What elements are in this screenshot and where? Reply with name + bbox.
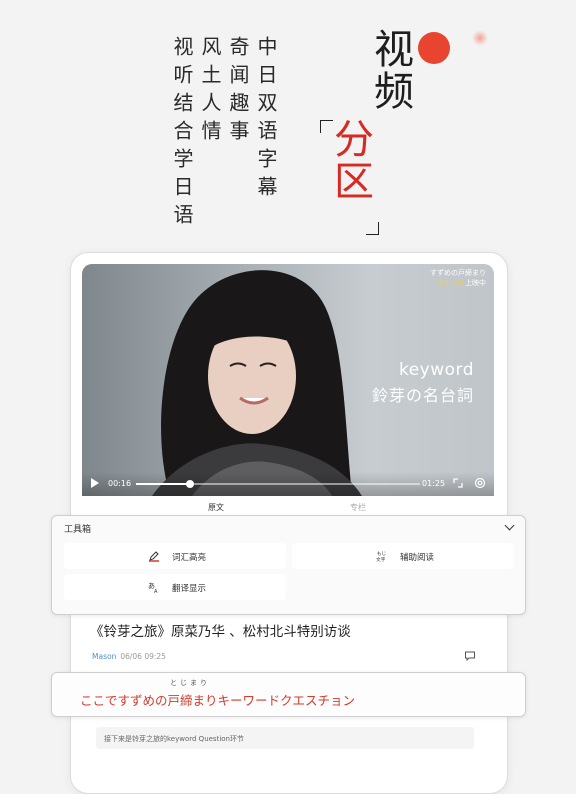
furigana-icon: もじ 文字 bbox=[376, 551, 387, 562]
progress-knob[interactable] bbox=[185, 480, 194, 488]
toolbox-title: 工具箱 bbox=[64, 525, 92, 535]
red-sun-icon bbox=[418, 32, 450, 64]
keyword-question-text: ここですずめの戸締まりキーワードクエスチョン bbox=[80, 693, 356, 708]
keyword-subtitle: 鈴芽の名台詞 bbox=[371, 386, 474, 405]
tab-column[interactable]: 专栏 bbox=[350, 502, 366, 513]
video-player[interactable]: すずめの戸締まり 大ヒット上映中 keyword 鈴芽の名台詞 00:16 01… bbox=[82, 264, 494, 496]
keyword-question-card[interactable]: とじまり ここですずめの戸締まりキーワードクエスチョン bbox=[51, 672, 526, 717]
translation-display-label: 翻译显示 bbox=[172, 584, 207, 594]
promo-column-2: 奇闻趣事 bbox=[226, 36, 250, 148]
highlight-pen-icon bbox=[149, 551, 159, 562]
progress-track[interactable] bbox=[136, 480, 420, 488]
promo-column-1: 中日双语字幕 bbox=[254, 36, 278, 204]
promo-column-4: 视听结合学日语 bbox=[170, 36, 194, 232]
video-overlay-caption: すずめの戸締まり 大ヒット上映中 bbox=[430, 268, 486, 288]
fullscreen-icon[interactable] bbox=[452, 477, 464, 489]
translation-note-text: 接下来是铃芽之旅的keyword Question环节 bbox=[104, 735, 244, 743]
settings-icon[interactable] bbox=[474, 477, 486, 489]
article-meta: Mason 06/06 09:25 bbox=[92, 652, 166, 661]
play-icon[interactable] bbox=[91, 478, 99, 488]
progress-fill bbox=[136, 483, 190, 485]
translation-display-button[interactable]: あ A 翻译显示 bbox=[64, 574, 286, 600]
chevron-down-icon[interactable] bbox=[504, 520, 515, 531]
overlay-highlight: 大ヒット bbox=[437, 279, 465, 287]
author-link[interactable]: Mason bbox=[92, 652, 116, 661]
sun-glow-decoration bbox=[472, 30, 488, 46]
vocab-highlight-label: 词汇高亮 bbox=[172, 553, 207, 563]
bracket-close-decoration bbox=[366, 222, 379, 235]
keyword-label: keyword bbox=[398, 360, 474, 380]
svg-text:A: A bbox=[154, 589, 158, 593]
content-tabs: 原文 专栏 bbox=[82, 496, 494, 516]
tab-original[interactable]: 原文 bbox=[208, 502, 224, 513]
video-controls: 00:16 01:25 bbox=[82, 472, 494, 496]
translation-note: 接下来是铃芽之旅的keyword Question环节 bbox=[96, 727, 474, 749]
current-time: 00:16 bbox=[108, 479, 132, 488]
furigana-reading: とじまり bbox=[170, 679, 210, 687]
promo-column-3: 风土人情 bbox=[198, 36, 222, 148]
overlay-showing: 上映中 bbox=[465, 279, 486, 287]
total-time: 01:25 bbox=[422, 479, 446, 488]
keyword-caption: keyword 鈴芽の名台詞 bbox=[372, 360, 474, 406]
translate-icon: あ A bbox=[148, 582, 158, 593]
vocab-highlight-button[interactable]: 词汇高亮 bbox=[64, 543, 286, 569]
reading-aid-label: 辅助阅读 bbox=[400, 553, 435, 563]
promo-title-video: 视频 bbox=[367, 28, 413, 112]
reading-aid-button[interactable]: もじ 文字 辅助阅读 bbox=[292, 543, 514, 569]
toolbox-panel: 工具箱 词汇高亮 もじ 文字 辅助阅读 あ A 翻译显示 bbox=[51, 515, 526, 615]
svg-text:もじ: もじ bbox=[377, 551, 387, 557]
post-date: 06/06 09:25 bbox=[120, 652, 166, 661]
comment-icon[interactable] bbox=[464, 650, 476, 662]
article-title: 《铃芽之旅》原菜乃华 、松村北斗特别访谈 bbox=[90, 624, 351, 640]
overlay-movie-title: すずめの戸締まり bbox=[430, 269, 486, 277]
promo-title-section: 分区 bbox=[327, 118, 373, 202]
